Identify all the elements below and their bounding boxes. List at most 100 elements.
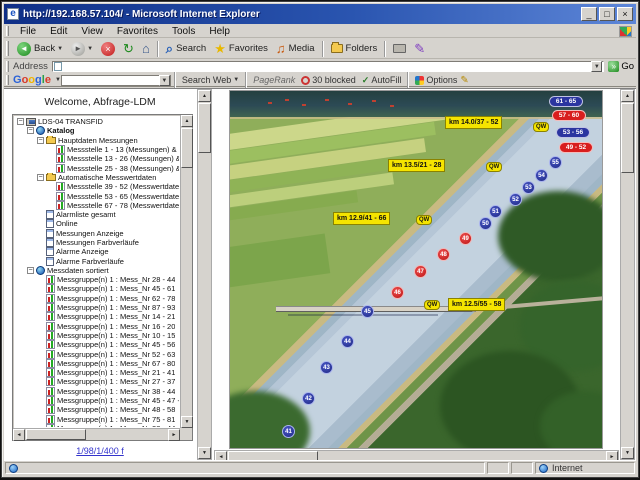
measure-point[interactable]: 55	[549, 156, 562, 169]
tree-item[interactable]: Messgruppe(n) 1 : Mess_Nr 67 - 80	[15, 359, 179, 368]
google-search-dropdown[interactable]: ▼	[159, 75, 170, 86]
google-logo[interactable]: Google	[13, 74, 51, 86]
home-button[interactable]: ⌂	[138, 41, 154, 57]
scroll-right-icon[interactable]: ►	[606, 451, 618, 460]
tree-item[interactable]: Messgruppe(n) 1 : Mess_Nr 28 - 44	[15, 424, 179, 427]
tree-vertical-scrollbar[interactable]: ▲ ▼	[180, 115, 192, 428]
tree-item[interactable]: Messgruppe(n) 1 : Mess_Nr 45 - 47 - 48	[15, 396, 179, 405]
measure-point[interactable]: 48	[437, 248, 450, 261]
address-field[interactable]: ▼	[52, 61, 604, 72]
measure-point[interactable]: 47	[414, 265, 427, 278]
search-web-button[interactable]: Search Web ▼	[179, 75, 242, 85]
options-button[interactable]: Options	[412, 75, 460, 85]
scroll-down-icon[interactable]: ▼	[621, 447, 634, 459]
tree-item[interactable]: Messungen Anzeige	[15, 229, 179, 238]
measure-point[interactable]: 41	[282, 425, 295, 438]
tree-item[interactable]: Messgruppe(n) 1 : Mess_Nr 45 - 56	[15, 340, 179, 349]
scroll-thumb[interactable]	[228, 451, 318, 460]
highlighter-pen-icon[interactable]: ✎	[460, 75, 468, 86]
tree-horizontal-scrollbar[interactable]: ◄ ►	[13, 428, 180, 440]
title-bar[interactable]: e http://192.168.57.104/ - Microsoft Int…	[4, 4, 636, 24]
tree-item[interactable]: Messgruppe(n) 1 : Mess_Nr 48 - 58	[15, 405, 179, 414]
measure-point[interactable]: 44	[341, 335, 354, 348]
tree-item[interactable]: −Automatische Messwertdaten	[15, 173, 179, 182]
tree-item[interactable]: −Messdaten sortiert	[15, 266, 179, 275]
tree-expand-icon[interactable]: −	[27, 127, 34, 134]
refresh-button[interactable]: ↻	[119, 41, 138, 57]
tree-item[interactable]: Messgruppe(n) 1 : Mess_Nr 10 - 15	[15, 331, 179, 340]
autofill-button[interactable]: ✓ AutoFill	[359, 75, 405, 86]
tree-item[interactable]: Messgruppe(n) 1 : Mess_Nr 27 - 37	[15, 377, 179, 386]
google-search-input[interactable]	[62, 76, 159, 85]
menu-item-edit[interactable]: Edit	[43, 26, 74, 37]
back-button[interactable]: ◄ Back ▼	[13, 41, 67, 57]
measure-point[interactable]: 45	[361, 305, 374, 318]
tree-expand-icon[interactable]: −	[27, 267, 34, 274]
scroll-left-icon[interactable]: ◄	[215, 451, 227, 460]
maximize-button[interactable]: □	[599, 7, 615, 21]
tree-item[interactable]: Online	[15, 219, 179, 228]
measure-point[interactable]: 54	[535, 169, 548, 182]
google-search-field[interactable]: ▼	[61, 75, 171, 86]
tree-item[interactable]: Messstelle 13 - 26 (Messungen) & 17 2	[15, 154, 179, 163]
scroll-up-icon[interactable]: ▲	[181, 115, 193, 127]
measure-point[interactable]: 53	[522, 181, 535, 194]
print-button[interactable]	[389, 43, 410, 54]
measure-point[interactable]: 49	[459, 232, 472, 245]
measure-point[interactable]: 42	[302, 392, 315, 405]
menu-item-tools[interactable]: Tools	[165, 26, 202, 37]
go-button[interactable]: » Go	[608, 61, 634, 72]
measure-point[interactable]: 50	[479, 217, 492, 230]
popup-blocker-button[interactable]: 30 blocked	[298, 75, 359, 85]
scroll-up-icon[interactable]: ▲	[621, 90, 634, 102]
left-frame-scrollbar[interactable]: ▲ ▼	[197, 89, 212, 460]
scroll-down-icon[interactable]: ▼	[198, 447, 211, 459]
tree-item[interactable]: Messgruppe(n) 1 : Mess_Nr 14 - 21	[15, 312, 179, 321]
menu-item-file[interactable]: File	[13, 26, 43, 37]
menu-item-favorites[interactable]: Favorites	[110, 26, 165, 37]
grip-handle[interactable]	[6, 41, 9, 56]
tree-item[interactable]: Messstelle 67 - 78 (Messwertdaten) &	[15, 201, 179, 210]
scroll-thumb[interactable]	[621, 103, 634, 173]
grip-handle[interactable]	[6, 61, 9, 71]
tree-item[interactable]: Messgruppe(n) 1 : Mess_Nr 21 - 41	[15, 368, 179, 377]
range-pill[interactable]: 49 - 52	[559, 142, 593, 153]
folders-button[interactable]: Folders	[327, 42, 382, 55]
address-dropdown-button[interactable]: ▼	[591, 61, 602, 72]
tree-item[interactable]: Alarmliste gesamt	[15, 210, 179, 219]
range-pill[interactable]: 53 - 56	[556, 127, 590, 138]
scroll-down-icon[interactable]: ▼	[181, 416, 193, 428]
measure-point[interactable]: 43	[320, 361, 333, 374]
main-horizontal-scrollbar[interactable]: ◄ ►	[214, 450, 619, 460]
scroll-thumb[interactable]	[198, 103, 211, 153]
favorites-button[interactable]: ★ Favorites	[210, 41, 272, 57]
scroll-up-icon[interactable]: ▲	[198, 90, 211, 102]
tree-item[interactable]: Messgruppe(n) 1 : Mess_Nr 75 - 81	[15, 415, 179, 424]
tree-item[interactable]: Messgruppe(n) 1 : Mess_Nr 52 - 63	[15, 349, 179, 358]
footer-link[interactable]: 1/98/1/400 f	[4, 446, 196, 456]
tree-item[interactable]: Messgruppe(n) 1 : Mess_Nr 87 - 93	[15, 303, 179, 312]
tree-item[interactable]: Messstelle 53 - 65 (Messwertdaten) &	[15, 191, 179, 200]
stop-button[interactable]: ×	[97, 41, 119, 57]
aerial-photo[interactable]: km 14.0/37 - 52km 13.5/21 - 28km 12.9/41…	[229, 90, 603, 449]
measure-point[interactable]: 51	[489, 205, 502, 218]
tree-item[interactable]: Alarme Anzeige	[15, 247, 179, 256]
measure-point[interactable]: 52	[509, 193, 522, 206]
tree-item[interactable]: Messgruppe(n) 1 : Mess_Nr 38 - 44	[15, 387, 179, 396]
measure-point[interactable]: 46	[391, 286, 404, 299]
range-pill[interactable]: 61 - 65	[549, 96, 583, 107]
tree-item[interactable]: Messgruppe(n) 1 : Mess_Nr 45 - 61	[15, 284, 179, 293]
menu-item-view[interactable]: View	[74, 26, 110, 37]
tree-item[interactable]: Messgruppe(n) 1 : Mess_Nr 62 - 78	[15, 294, 179, 303]
range-pill[interactable]: 57 - 60	[552, 110, 586, 121]
edit-button[interactable]: ✎	[410, 41, 429, 57]
tree-item[interactable]: −LDS-04 TRANSFID	[15, 117, 179, 126]
grip-handle[interactable]	[6, 26, 9, 36]
tree-expand-icon[interactable]: −	[37, 174, 44, 181]
scroll-right-icon[interactable]: ►	[168, 429, 180, 441]
tree-item[interactable]: −Hauptdaten Messungen	[15, 136, 179, 145]
tree-item[interactable]: Messstelle 39 - 52 (Messwertdaten) &	[15, 182, 179, 191]
tree-item[interactable]: Alarme Farbverläufe	[15, 256, 179, 265]
search-button[interactable]: ⌕ Search	[162, 41, 210, 57]
scroll-thumb[interactable]	[26, 429, 86, 440]
